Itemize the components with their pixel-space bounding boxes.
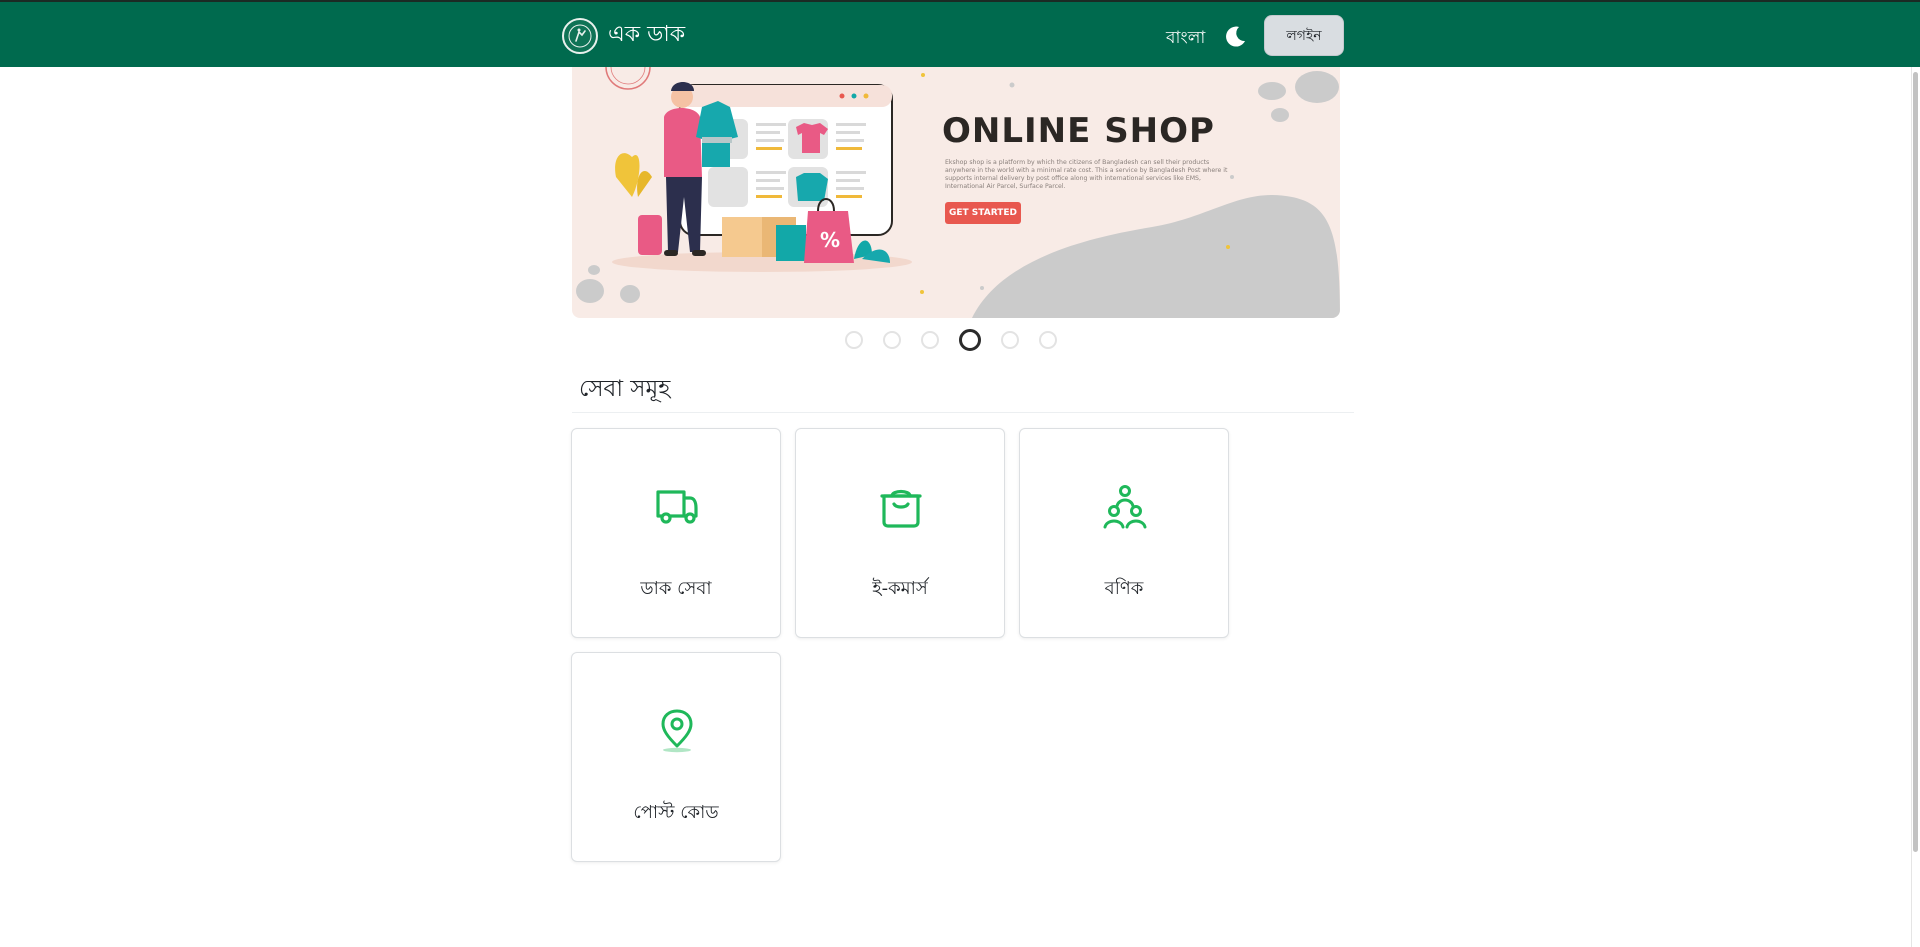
get-started-button[interactable]: GET STARTED: [945, 202, 1021, 224]
online-shop-illustration: %: [576, 67, 1340, 318]
hero-banner[interactable]: % ONLINE SHOP Ekshop shop is a platform …: [572, 67, 1340, 318]
service-card-dak-seba[interactable]: ডাক সেবা: [571, 428, 781, 638]
service-card-ecommerce[interactable]: ই-কমার্স: [795, 428, 1005, 638]
language-switch[interactable]: বাংলা: [1166, 25, 1205, 53]
brand-name: এক ডাক: [608, 22, 686, 47]
shopping-bag-icon: [878, 484, 924, 530]
carousel-dot-1[interactable]: [845, 331, 863, 349]
service-label: পোস্ট কোড: [633, 802, 719, 823]
moon-icon[interactable]: [1222, 24, 1248, 50]
scrollbar-thumb[interactable]: [1913, 72, 1918, 852]
users-group-icon: [1102, 484, 1148, 530]
map-pin-icon: [654, 708, 700, 754]
carousel-dot-2[interactable]: [883, 331, 901, 349]
brand[interactable]: এক ডাক: [562, 17, 685, 54]
services-title: সেবা সমূহ: [579, 376, 671, 402]
carousel-dot-3[interactable]: [921, 331, 939, 349]
banner-description: Ekshop shop is a platform by which the c…: [945, 159, 1228, 190]
service-card-bonik[interactable]: বণিক: [1019, 428, 1229, 638]
bangladesh-post-logo-icon: [562, 17, 598, 54]
carousel-dot-5[interactable]: [1001, 331, 1019, 349]
carousel-dot-4[interactable]: [959, 329, 981, 351]
carousel-dot-6[interactable]: [1039, 331, 1057, 349]
banner-title: ONLINE SHOP: [942, 111, 1215, 151]
truck-icon: [654, 484, 700, 530]
service-label: ডাক সেবা: [640, 578, 712, 599]
section-divider: [572, 412, 1354, 413]
navbar: এক ডাক বাংলা লগইন: [0, 2, 1920, 67]
login-button[interactable]: লগইন: [1264, 15, 1344, 56]
service-label: ই-কমার্স: [872, 578, 928, 599]
carousel-indicators: [845, 329, 1057, 351]
service-label: বণিক: [1104, 578, 1144, 599]
svg-text:%: %: [820, 228, 840, 252]
service-card-post-code[interactable]: পোস্ট কোড: [571, 652, 781, 862]
